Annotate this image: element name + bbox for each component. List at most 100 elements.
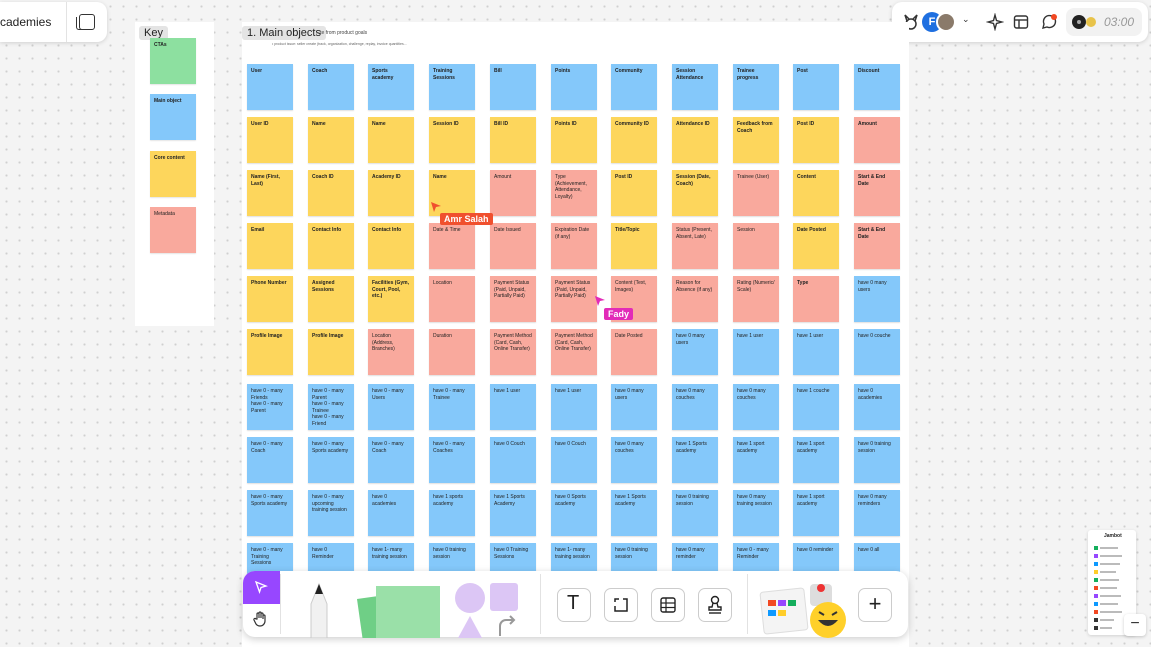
- sticky-note[interactable]: Discount: [854, 64, 900, 110]
- sticky-note[interactable]: Name: [368, 117, 414, 163]
- sticky-note[interactable]: Start & End Date: [854, 223, 900, 269]
- sticky-note[interactable]: Session (Date, Coach): [672, 170, 718, 216]
- sticky-note[interactable]: have 1 user: [733, 329, 779, 375]
- sticky-note[interactable]: have 1 user: [551, 384, 597, 430]
- sticky-note[interactable]: Contact Info: [308, 223, 354, 269]
- sticky-note[interactable]: Session ID: [429, 117, 475, 163]
- sticky-note[interactable]: have 0 training session: [672, 490, 718, 536]
- pages-icon[interactable]: [76, 14, 95, 30]
- zoom-out-button[interactable]: −: [1124, 614, 1146, 636]
- sticky-note[interactable]: Post ID: [611, 170, 657, 216]
- sticky-note[interactable]: have 0 - many Coach: [368, 437, 414, 483]
- sticky-note[interactable]: Expiration Date (if any): [551, 223, 597, 269]
- sticky-note[interactable]: have 1 sport academy: [733, 437, 779, 483]
- sticky-note[interactable]: have 0 training session: [854, 437, 900, 483]
- sticky-note[interactable]: have 0 many users: [854, 276, 900, 322]
- sticky-note[interactable]: have 0 many couches: [733, 384, 779, 430]
- sticky-note[interactable]: have 0 Couch: [490, 437, 536, 483]
- sticky-note[interactable]: Session: [733, 223, 779, 269]
- sticky-note[interactable]: have 0 - many Parent have 0 - many Train…: [308, 384, 354, 430]
- sticky-note[interactable]: have 0 many training session: [733, 490, 779, 536]
- sticky-note[interactable]: Status (Present, Absent, Late): [672, 223, 718, 269]
- sticky-note[interactable]: Payment Method (Card, Cash, Online Trans…: [490, 329, 536, 375]
- sticky-note[interactable]: have 1 Sports Academy: [490, 490, 536, 536]
- sticky-note[interactable]: Type: [793, 276, 839, 322]
- chevron-down-icon[interactable]: ⌄: [962, 14, 970, 25]
- sticky-note[interactable]: have 0 couche: [854, 329, 900, 375]
- sticky-note[interactable]: Assigned Sessions: [308, 276, 354, 322]
- sticky-note[interactable]: have 0 - many Trainee: [429, 384, 475, 430]
- sticky-note[interactable]: Profile Image: [308, 329, 354, 375]
- sticky-note[interactable]: have 1 sports academy: [429, 490, 475, 536]
- avatar[interactable]: [936, 12, 956, 32]
- sticky-note[interactable]: Phone Number: [247, 276, 293, 322]
- sticky-note[interactable]: Session Attendance: [672, 64, 718, 110]
- sticky-note[interactable]: Community ID: [611, 117, 657, 163]
- sticky-note[interactable]: have 0 many users: [672, 329, 718, 375]
- sticky-note[interactable]: Post ID: [793, 117, 839, 163]
- file-title[interactable]: cademies: [0, 15, 66, 29]
- sticky-note[interactable]: have 0 - many Coach: [247, 437, 293, 483]
- sticky-note[interactable]: User ID: [247, 117, 293, 163]
- key-item-main-object[interactable]: Main object: [150, 94, 196, 140]
- section-label[interactable]: 1. Main objects: [242, 26, 326, 40]
- sticky-note[interactable]: have 1 couche: [793, 384, 839, 430]
- sticky-note[interactable]: have 0 many couches: [611, 437, 657, 483]
- sticky-note[interactable]: have 1 Sports academy: [672, 437, 718, 483]
- sticky-note[interactable]: Bill: [490, 64, 536, 110]
- sticky-note[interactable]: have 0 - many Sports academy: [247, 490, 293, 536]
- sticky-note[interactable]: Amount: [490, 170, 536, 216]
- sticky-note[interactable]: have 0 many reminders: [854, 490, 900, 536]
- shapes-icon[interactable]: [452, 580, 522, 638]
- sticky-note[interactable]: have 0 - many upcoming training session: [308, 490, 354, 536]
- sticky-note[interactable]: Payment Status (Paid, Unpaid, Partially …: [551, 276, 597, 322]
- sticky-note[interactable]: Points ID: [551, 117, 597, 163]
- sticky-note[interactable]: Training Sessions: [429, 64, 475, 110]
- pen-icon[interactable]: [302, 582, 336, 638]
- sticky-note[interactable]: Name (First, Last): [247, 170, 293, 216]
- sticky-note[interactable]: Trainee (User): [733, 170, 779, 216]
- sticky-note[interactable]: have 0 Couch: [551, 437, 597, 483]
- sticky-note[interactable]: have 1 sport academy: [793, 490, 839, 536]
- sticky-note[interactable]: have 0 academies: [368, 490, 414, 536]
- sticky-note[interactable]: have 0 - many Users: [368, 384, 414, 430]
- section-tool-button[interactable]: [604, 588, 638, 622]
- sticky-note[interactable]: Community: [611, 64, 657, 110]
- sticky-note[interactable]: Post: [793, 64, 839, 110]
- sticky-note[interactable]: have 0 Sports academy: [551, 490, 597, 536]
- sticky-note[interactable]: Rating (Numeric/ Scale): [733, 276, 779, 322]
- sticky-note[interactable]: Profile Image: [247, 329, 293, 375]
- sparkle-icon[interactable]: [986, 13, 1004, 31]
- key-item-core-content[interactable]: Core content: [150, 151, 196, 197]
- add-button[interactable]: +: [858, 588, 892, 622]
- hand-icon[interactable]: [252, 610, 270, 628]
- sticky-note[interactable]: have 1 Sports academy: [611, 490, 657, 536]
- sticky-note[interactable]: Facilities (Gym, Court, Pool, etc.): [368, 276, 414, 322]
- sticky-note[interactable]: Payment Method (Card, Cash, Online Trans…: [551, 329, 597, 375]
- sticky-note[interactable]: Location: [429, 276, 475, 322]
- sticky-note[interactable]: have 0 - many Sports academy: [308, 437, 354, 483]
- key-item-ctas[interactable]: CTAs: [150, 38, 196, 84]
- sticky-note[interactable]: Trainee progress: [733, 64, 779, 110]
- sticky-note[interactable]: Email: [247, 223, 293, 269]
- sticky-note[interactable]: Title/Topic: [611, 223, 657, 269]
- sticky-note[interactable]: Duration: [429, 329, 475, 375]
- sticky-note[interactable]: Points: [551, 64, 597, 110]
- sticky-note[interactable]: have 0 many users: [611, 384, 657, 430]
- text-tool-button[interactable]: T: [557, 588, 591, 622]
- sticky-note[interactable]: Feedback from Coach: [733, 117, 779, 163]
- sticky-note[interactable]: have 0 many couches: [672, 384, 718, 430]
- widgets-icon[interactable]: [758, 580, 850, 638]
- table-tool-button[interactable]: [651, 588, 685, 622]
- sticky-note[interactable]: Start & End Date: [854, 170, 900, 216]
- sticky-note[interactable]: have 1 sport academy: [793, 437, 839, 483]
- sticky-note[interactable]: Sports academy: [368, 64, 414, 110]
- sticky-note[interactable]: have 0 - many Coaches: [429, 437, 475, 483]
- sticky-note[interactable]: Amount: [854, 117, 900, 163]
- sticky-note[interactable]: Payment Status (Paid, Unpaid, Partially …: [490, 276, 536, 322]
- sticky-note[interactable]: have 0 academies: [854, 384, 900, 430]
- sticky-note[interactable]: Coach: [308, 64, 354, 110]
- sticky-note[interactable]: Type (Achievement, Attendance, Loyalty): [551, 170, 597, 216]
- sticky-note[interactable]: User: [247, 64, 293, 110]
- sticky-note[interactable]: Date Issued: [490, 223, 536, 269]
